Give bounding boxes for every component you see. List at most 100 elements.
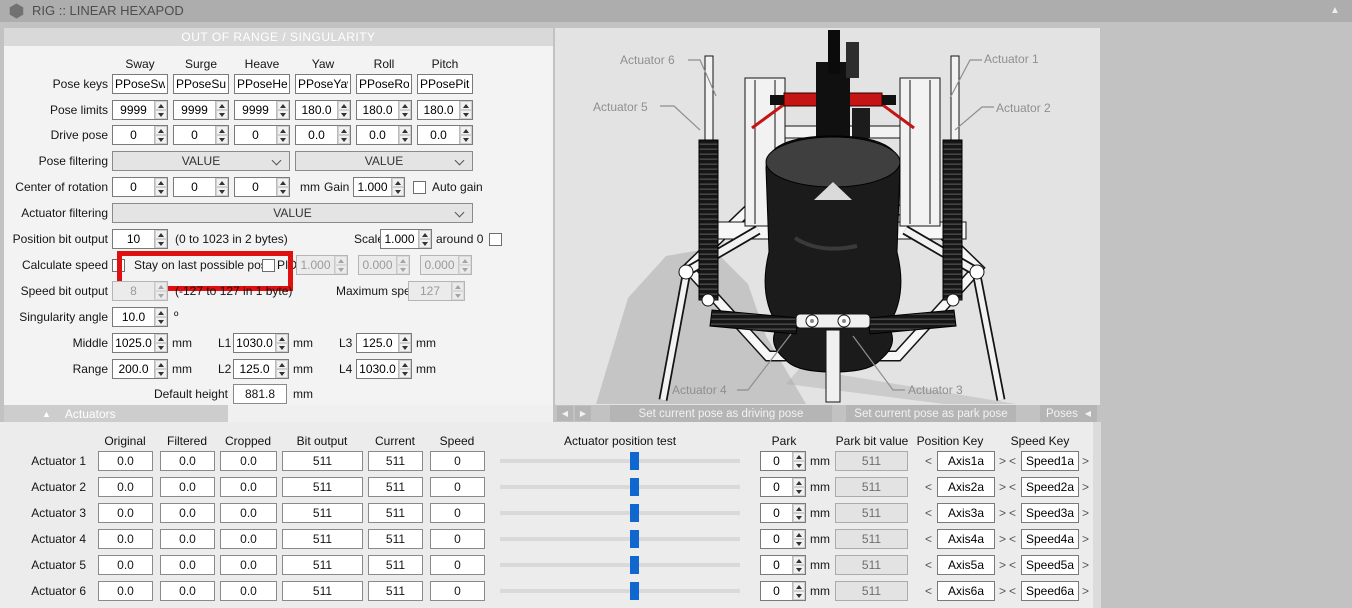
spin-up-button[interactable] xyxy=(335,256,347,265)
pose-key-input[interactable] xyxy=(418,75,472,93)
position-test-slider-track[interactable] xyxy=(500,537,740,541)
spin-down-button[interactable] xyxy=(793,461,805,470)
l1-input[interactable] xyxy=(234,334,275,352)
park-spinner[interactable] xyxy=(760,555,806,575)
gain-input[interactable] xyxy=(354,178,391,196)
speed-key-input[interactable] xyxy=(1022,452,1078,470)
spin-up-button[interactable] xyxy=(460,101,472,110)
pose-limit-spinner[interactable] xyxy=(417,100,473,120)
drive-pose-spinner[interactable] xyxy=(417,125,473,145)
spin-up-button[interactable] xyxy=(397,256,409,265)
position-key-next-button[interactable]: > xyxy=(999,532,1006,546)
position-key-field[interactable] xyxy=(937,581,995,601)
park-input[interactable] xyxy=(761,452,792,470)
l4-input[interactable] xyxy=(357,360,398,378)
pid-d-spinner[interactable] xyxy=(420,255,472,275)
park-spinner[interactable] xyxy=(760,529,806,549)
spin-down-button[interactable] xyxy=(155,317,167,326)
spin-down-button[interactable] xyxy=(399,135,411,144)
position-key-next-button[interactable]: > xyxy=(999,454,1006,468)
spin-down-button[interactable] xyxy=(216,110,228,119)
spin-up-button[interactable] xyxy=(155,308,167,317)
pose-key-input[interactable] xyxy=(113,75,167,93)
auto-gain-checkbox[interactable] xyxy=(413,181,426,194)
pid-d-input[interactable] xyxy=(421,256,458,274)
pose-limit-input[interactable] xyxy=(174,101,215,119)
spin-down-button[interactable] xyxy=(459,265,471,274)
pose-filtering-dropdown-left[interactable]: VALUE xyxy=(112,151,290,171)
spin-down-button[interactable] xyxy=(335,265,347,274)
spin-down-button[interactable] xyxy=(276,343,288,352)
position-test-slider-thumb[interactable] xyxy=(630,504,639,522)
spin-down-button[interactable] xyxy=(155,110,167,119)
spin-up-button[interactable] xyxy=(155,178,167,187)
drive-pose-spinner[interactable] xyxy=(173,125,229,145)
speed-key-next-button[interactable]: > xyxy=(1082,532,1089,546)
spin-up-button[interactable] xyxy=(459,256,471,265)
poses-button[interactable]: Poses ◀ xyxy=(1040,405,1097,422)
spin-up-button[interactable] xyxy=(276,360,288,369)
spin-up-button[interactable] xyxy=(155,230,167,239)
position-test-slider-track[interactable] xyxy=(500,563,740,567)
spin-up-button[interactable] xyxy=(399,126,411,135)
pose-key-input[interactable] xyxy=(296,75,350,93)
pid-i-spinner[interactable] xyxy=(358,255,410,275)
position-test-slider-thumb[interactable] xyxy=(630,452,639,470)
center-of-rotation-input[interactable] xyxy=(235,178,276,196)
center-of-rotation-input[interactable] xyxy=(113,178,154,196)
drive-pose-input[interactable] xyxy=(113,126,154,144)
position-test-slider-thumb[interactable] xyxy=(630,478,639,496)
spin-up-button[interactable] xyxy=(155,101,167,110)
spin-down-button[interactable] xyxy=(793,539,805,548)
spin-up-button[interactable] xyxy=(793,556,805,565)
position-bit-input[interactable] xyxy=(113,230,154,248)
around-0-checkbox[interactable] xyxy=(489,233,502,246)
position-key-prev-button[interactable]: < xyxy=(925,506,932,520)
pose-key-field[interactable] xyxy=(417,74,473,94)
position-key-prev-button[interactable]: < xyxy=(925,480,932,494)
position-key-input[interactable] xyxy=(938,556,994,574)
pose-prev-button[interactable]: ◀ xyxy=(557,406,573,421)
spin-up-button[interactable] xyxy=(277,101,289,110)
spin-up-button[interactable] xyxy=(460,126,472,135)
speed-bit-spinner[interactable] xyxy=(112,281,168,301)
speed-key-input[interactable] xyxy=(1022,478,1078,496)
middle-spinner[interactable] xyxy=(112,333,168,353)
position-key-field[interactable] xyxy=(937,503,995,523)
spin-up-button[interactable] xyxy=(793,452,805,461)
position-key-next-button[interactable]: > xyxy=(999,480,1006,494)
drive-pose-input[interactable] xyxy=(235,126,276,144)
l4-spinner[interactable] xyxy=(356,359,412,379)
speed-key-field[interactable] xyxy=(1021,581,1079,601)
spin-up-button[interactable] xyxy=(793,582,805,591)
position-key-next-button[interactable]: > xyxy=(999,584,1006,598)
pose-key-input[interactable] xyxy=(235,75,289,93)
spin-down-button[interactable] xyxy=(399,369,411,378)
position-key-next-button[interactable]: > xyxy=(999,558,1006,572)
pose-limit-spinner[interactable] xyxy=(173,100,229,120)
park-input[interactable] xyxy=(761,478,792,496)
park-input[interactable] xyxy=(761,582,792,600)
position-key-field[interactable] xyxy=(937,451,995,471)
spin-up-button[interactable] xyxy=(793,478,805,487)
drive-pose-spinner[interactable] xyxy=(112,125,168,145)
pose-limit-input[interactable] xyxy=(296,101,337,119)
spin-down-button[interactable] xyxy=(277,110,289,119)
position-test-slider-track[interactable] xyxy=(500,485,740,489)
center-of-rotation-input[interactable] xyxy=(174,178,215,196)
pose-limit-input[interactable] xyxy=(418,101,459,119)
drive-pose-input[interactable] xyxy=(418,126,459,144)
singularity-angle-input[interactable] xyxy=(113,308,154,326)
pose-key-field[interactable] xyxy=(356,74,412,94)
drive-pose-input[interactable] xyxy=(174,126,215,144)
spin-down-button[interactable] xyxy=(155,291,167,300)
spin-down-button[interactable] xyxy=(399,110,411,119)
range-spinner[interactable] xyxy=(112,359,168,379)
position-test-slider-track[interactable] xyxy=(500,459,740,463)
spin-down-button[interactable] xyxy=(276,369,288,378)
spin-down-button[interactable] xyxy=(419,239,431,248)
spin-up-button[interactable] xyxy=(155,126,167,135)
scale-input[interactable] xyxy=(381,230,418,248)
position-key-prev-button[interactable]: < xyxy=(925,584,932,598)
drive-pose-spinner[interactable] xyxy=(295,125,351,145)
